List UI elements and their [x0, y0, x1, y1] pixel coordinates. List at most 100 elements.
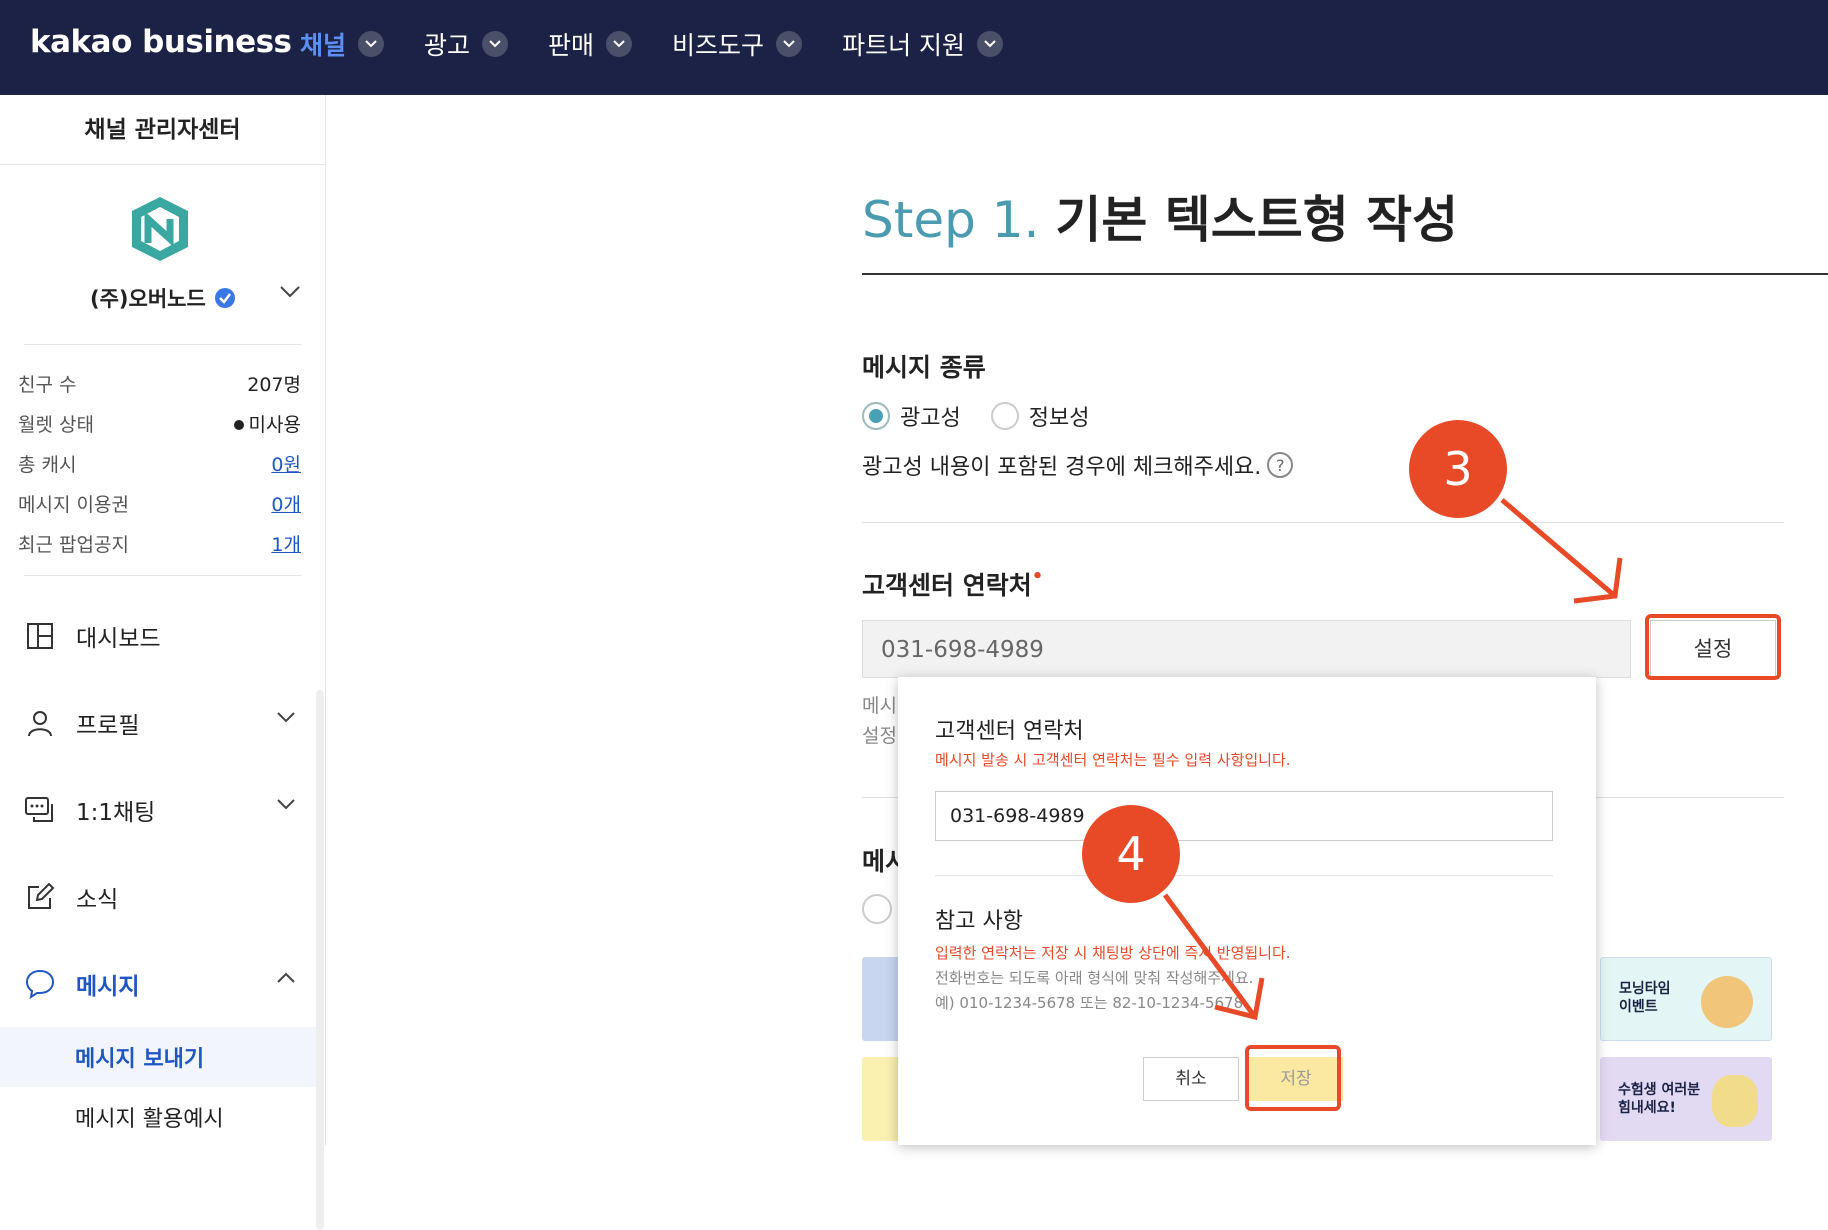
step-label: Step 1.	[862, 191, 1040, 249]
contact-heading-label: 고객센터 연락처	[862, 571, 1032, 600]
nav-item-partner[interactable]: 파트너 지원	[842, 26, 1004, 62]
channel-logo-icon	[132, 197, 188, 261]
popup-note-heading: 참고 사항	[935, 909, 1023, 934]
sidebar: 채널 관리자센터 (주)오버노드 친구 수 207명 월렛 상태 미사용 총 캐…	[0, 95, 326, 1230]
stat-value-wallet: 미사용	[233, 410, 301, 437]
contact-heading: 고객센터 연락처•	[862, 566, 1043, 602]
sidebar-item-label: 소식	[76, 886, 119, 913]
arrowhead-set	[1573, 557, 1623, 604]
main-nav: 채널 광고 판매 비즈도구 파트너 지원	[300, 26, 1043, 62]
sidebar-item-label: 대시보드	[76, 625, 161, 652]
sidebar-item-chat[interactable]: 1:1채팅	[0, 766, 316, 853]
sidebar-item-label: 프로필	[76, 712, 140, 739]
sidebar-item-message[interactable]: 메시지	[0, 940, 316, 1027]
sidebar-subitem-send-message[interactable]: 메시지 보내기	[0, 1027, 316, 1087]
popup-cancel-button[interactable]: 취소	[1143, 1057, 1239, 1101]
stat-link-popup[interactable]: 1개	[271, 530, 301, 557]
sidebar-item-label: 1:1채팅	[76, 799, 156, 826]
chevron-down-icon	[606, 31, 633, 57]
kakao-business-logo[interactable]: kakao business	[30, 24, 292, 60]
chevron-down-icon[interactable]	[279, 285, 301, 299]
template-card[interactable]	[862, 957, 902, 1041]
sidebar-menu: 대시보드 프로필 1:1채팅 소식 메시지 메시지 보내기 메시지 활용예시	[0, 592, 316, 1147]
sidebar-item-dashboard[interactable]: 대시보드	[0, 592, 316, 679]
character-illustration-icon	[1701, 976, 1753, 1028]
sidebar-subitem-message-examples[interactable]: 메시지 활용예시	[0, 1087, 316, 1147]
chevron-up-icon	[277, 972, 295, 983]
stat-link-cash[interactable]: 0원	[271, 450, 301, 477]
radio-info-label: 정보성	[1028, 406, 1090, 431]
contact-popup: 고객센터 연락처 메시지 발송 시 고객센터 연락처는 필수 입력 사항입니다.…	[898, 677, 1596, 1145]
required-mark-icon: •	[1031, 566, 1044, 587]
company-name: (주)오버노드	[90, 283, 236, 313]
message-type-options: 광고성 정보성	[862, 400, 1089, 432]
template-card-morning[interactable]: 모닝타임 이벤트	[1600, 957, 1772, 1041]
popup-note-3: 예) 010-1234-5678 또는 82-10-1234-5678	[935, 994, 1244, 1012]
contact-setting-partial: 설정	[862, 725, 897, 747]
radio-info[interactable]	[990, 402, 1019, 430]
annotation-badge-3: 3	[1409, 420, 1507, 518]
contact-phone-field[interactable]: 031-698-4989	[862, 620, 1631, 678]
template-card[interactable]	[862, 1057, 902, 1141]
stat-key: 최근 팝업공지	[18, 533, 129, 556]
popup-title: 고객센터 연락처	[935, 719, 1084, 744]
chevron-down-icon	[358, 31, 385, 57]
chevron-down-icon	[277, 712, 295, 723]
channel-stats: 친구 수 207명 월렛 상태 미사용 총 캐시 0원 메시지 이용권 0개 최…	[18, 345, 301, 576]
top-navigation-bar: kakao business 채널 광고 판매 비즈도구 파트너 지원	[0, 0, 1828, 95]
annotation-badge-4: 4	[1082, 805, 1180, 903]
chevron-down-icon	[977, 31, 1004, 57]
radio-ad[interactable]	[862, 402, 890, 430]
arrow-to-set-button	[1500, 498, 1617, 598]
contact-note-partial: 메시	[862, 695, 897, 717]
stat-row: 총 캐시 0원	[18, 443, 301, 483]
popup-divider	[935, 875, 1553, 876]
verified-badge-icon	[214, 288, 235, 308]
nav-item-sales[interactable]: 판매	[548, 26, 633, 62]
popup-warning: 메시지 발송 시 고객센터 연락처는 필수 입력 사항입니다.	[935, 751, 1291, 769]
popup-note-2: 전화번호는 되도록 아래 형식에 맞춰 작성해주세요.	[935, 969, 1254, 987]
sidebar-item-label: 메시지	[76, 973, 140, 1000]
step-title: 기본 텍스트형 작성	[1055, 191, 1459, 249]
page-title: Step 1. 기본 텍스트형 작성	[862, 180, 1458, 252]
radio-ad-label: 광고성	[900, 406, 961, 431]
nav-item-biztools[interactable]: 비즈도구	[672, 26, 803, 62]
chevron-down-icon	[776, 31, 803, 57]
wallet-status: 미사용	[248, 413, 301, 436]
sidebar-item-news[interactable]: 소식	[0, 853, 316, 940]
person-icon	[24, 707, 56, 739]
stat-key: 친구 수	[18, 373, 77, 396]
dashboard-icon	[24, 620, 56, 652]
message-type-hint: 광고성 내용이 포함된 경우에 체크해주세요. ?	[862, 449, 1294, 481]
title-divider	[862, 273, 1828, 275]
stat-row: 메시지 이용권 0개	[18, 483, 301, 523]
nav-label: 광고	[424, 31, 471, 60]
template-card-exam[interactable]: 수험생 여러분 힘내세요!	[1600, 1057, 1772, 1141]
stat-key: 총 캐시	[18, 453, 77, 476]
background-radio[interactable]	[862, 894, 892, 924]
hint-text: 광고성 내용이 포함된 경우에 체크해주세요.	[862, 455, 1262, 480]
card-label: 모닝타임 이벤트	[1619, 981, 1671, 1015]
stat-key: 메시지 이용권	[18, 493, 129, 516]
chat-icon	[24, 794, 56, 826]
speech-bubble-icon	[24, 968, 56, 1000]
card-label: 수험생 여러분 힘내세요!	[1618, 1082, 1701, 1116]
sidebar-title: 채널 관리자센터	[0, 95, 325, 165]
popup-phone-input[interactable]: 031-698-4989	[935, 791, 1553, 841]
chevron-down-icon	[277, 799, 295, 810]
sidebar-scrollbar[interactable]	[316, 690, 324, 1230]
message-type-heading: 메시지 종류	[862, 353, 986, 382]
highlight-box-save	[1245, 1045, 1341, 1111]
stat-value: 207명	[247, 373, 301, 396]
popup-note-1: 입력한 연락처는 저장 시 채팅방 상단에 즉시 반영됩니다.	[935, 944, 1291, 962]
stat-link-voucher[interactable]: 0개	[271, 490, 301, 517]
nav-label: 파트너 지원	[842, 31, 966, 60]
help-icon[interactable]: ?	[1267, 452, 1294, 478]
company-label: (주)오버노드	[90, 287, 206, 311]
stat-key: 월렛 상태	[18, 413, 94, 436]
nav-item-channel[interactable]: 채널	[300, 26, 385, 62]
section-divider	[862, 522, 1784, 523]
character-illustration-icon	[1712, 1075, 1758, 1127]
sidebar-item-profile[interactable]: 프로필	[0, 679, 316, 766]
nav-item-ads[interactable]: 광고	[424, 26, 509, 62]
